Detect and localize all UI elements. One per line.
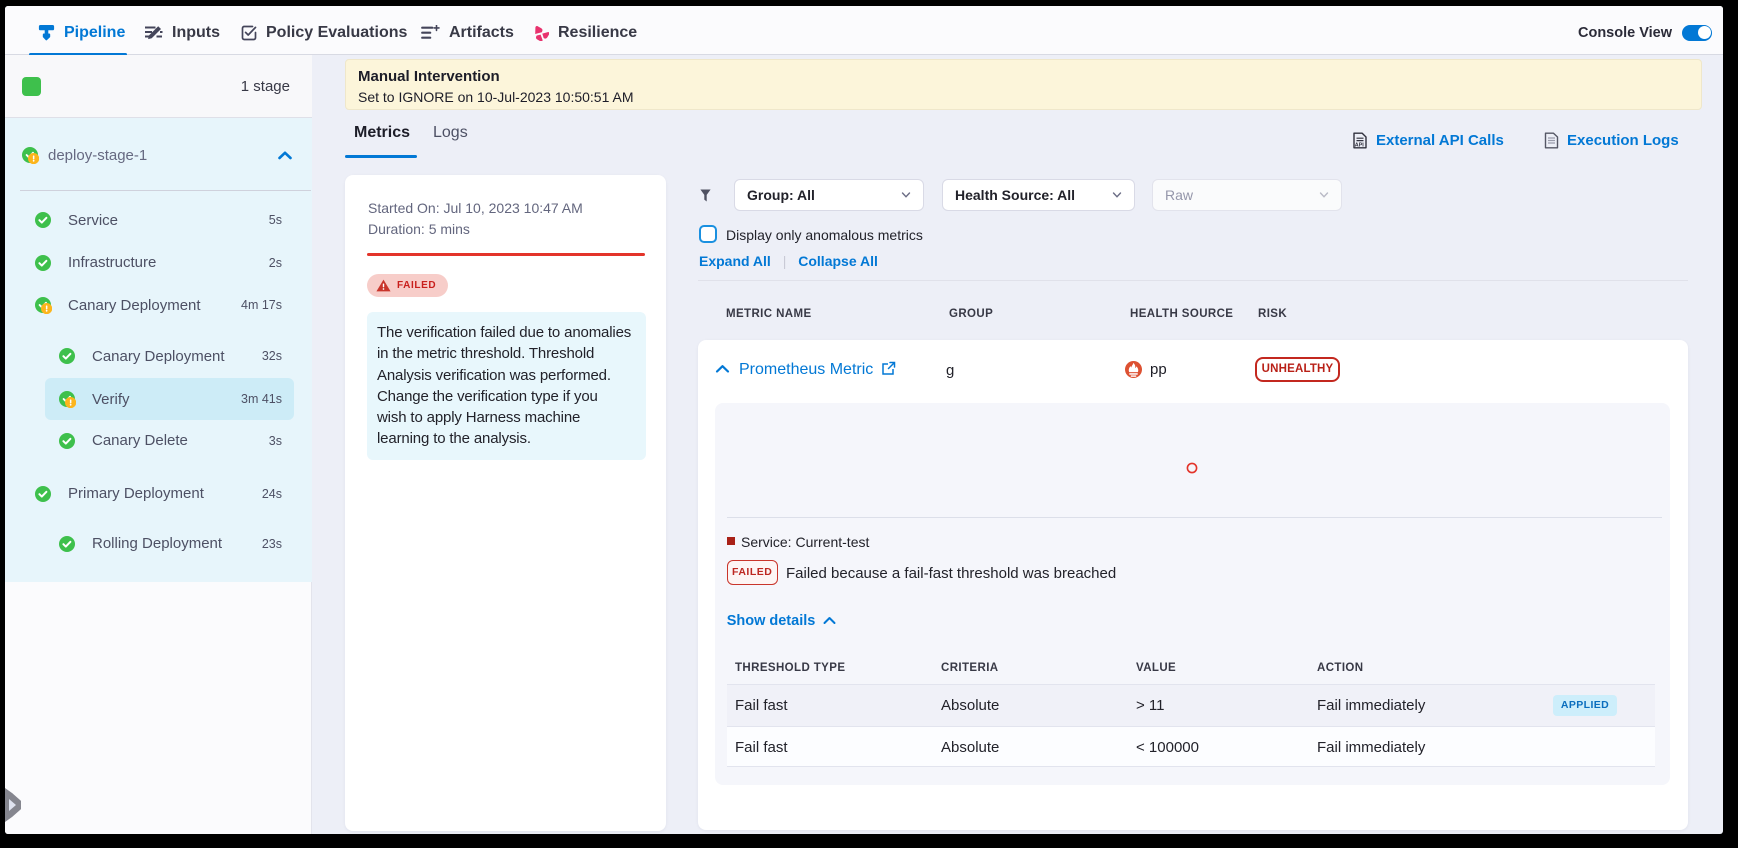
svg-text:API: API [1355, 143, 1364, 149]
